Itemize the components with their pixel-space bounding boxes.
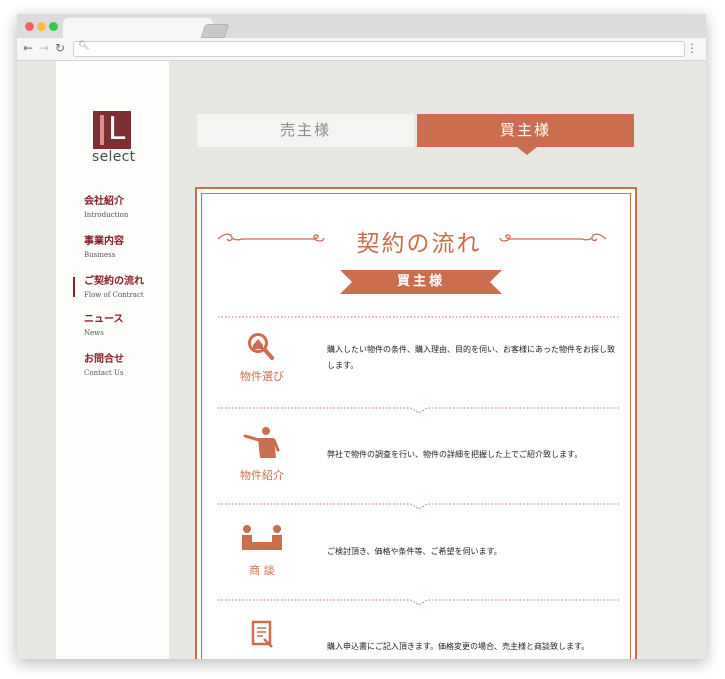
forward-arrow-icon[interactable]: →	[39, 41, 49, 55]
address-bar[interactable]: 🔍︎	[73, 41, 685, 57]
nav-item-sublabel: Introduction	[84, 211, 129, 219]
application-form-icon	[251, 620, 273, 648]
dotted-separator	[218, 599, 620, 606]
nav-item-introduction[interactable]: 会社紹介 Introduction	[84, 196, 128, 220]
back-arrow-icon[interactable]: ←	[23, 41, 33, 55]
tab-buyer[interactable]: 買主様	[417, 114, 634, 147]
nav-item-business[interactable]: 事業内容 Business	[84, 236, 124, 260]
browser-tab[interactable]	[63, 18, 213, 38]
magnifier-house-icon	[248, 333, 274, 360]
browser-toolbar: ← → ↻ 🔍︎ ⋮	[17, 38, 706, 61]
step-label: 商 談	[249, 564, 275, 577]
dotted-separator	[218, 316, 620, 318]
card-inner-border: 契約の流れ 買主様 物件選び 購入したい物件の条件、購入理由、目的を伺い、お客様…	[201, 193, 631, 659]
presenting-person-icon	[243, 427, 280, 458]
nav-item-sublabel: Business	[84, 251, 116, 259]
active-indicator	[73, 277, 75, 297]
nav-item-label: ニュース	[84, 314, 124, 325]
step-description: 弊社で物件の調査を行い、物件の詳細を把握した上でご紹介致します。	[327, 450, 583, 459]
nav-item-sublabel: Contact Us	[84, 369, 124, 377]
step-label: 物件選び	[240, 370, 284, 383]
nav-item-label: ご契約の流れ	[84, 276, 144, 287]
step-description: 購入申込書にご記入頂きます。価格変更の場合、売主様と商談致します。	[327, 642, 590, 651]
nav-item-contact[interactable]: お問合せ Contact Us	[84, 354, 124, 378]
browser-window: ← → ↻ 🔍︎ ⋮ L select 会社紹介 Introduction 事業…	[17, 14, 706, 659]
close-window-button[interactable]	[25, 22, 34, 31]
nav-item-label: お問合せ	[84, 354, 124, 365]
contract-flow-card: 契約の流れ 買主様 物件選び 購入したい物件の条件、購入理由、目的を伺い、お客様…	[195, 187, 637, 659]
meeting-icon	[242, 525, 282, 550]
step-description: 購入したい物件の条件、購入理由、目的を伺い、お客様にあった物件をお探し致します。	[327, 345, 615, 370]
buyer-ribbon: 買主様	[340, 270, 502, 294]
tab-seller[interactable]: 売主様	[197, 114, 414, 147]
dotted-separator	[218, 503, 620, 510]
dotted-separator	[218, 407, 620, 414]
maximize-window-button[interactable]	[49, 22, 58, 31]
logo-wordmark: select	[92, 149, 136, 165]
logo[interactable]: L	[93, 111, 131, 149]
step-description: ご検討頂き、価格や条件等、ご希望を伺います。	[327, 547, 502, 556]
title-bar	[17, 14, 706, 38]
ribbon-label: 買主様	[396, 274, 445, 289]
active-tab-pointer	[517, 147, 537, 155]
step-label: 物件紹介	[240, 469, 284, 482]
search-icon: 🔍︎	[78, 41, 90, 51]
sidebar: L select 会社紹介 Introduction 事業内容 Business…	[56, 61, 169, 659]
nav-item-flow-of-contract[interactable]: ご契約の流れ Flow of Contract	[73, 276, 144, 300]
new-tab-button[interactable]	[200, 24, 230, 38]
web-page: L select 会社紹介 Introduction 事業内容 Business…	[17, 61, 706, 659]
nav-item-label: 会社紹介	[84, 196, 124, 207]
right-flourish-icon	[499, 233, 607, 242]
nav-item-sublabel: Flow of Contract	[84, 291, 144, 299]
nav-item-news[interactable]: ニュース News	[84, 314, 124, 338]
nav-item-label: 事業内容	[84, 236, 124, 247]
minimize-window-button[interactable]	[37, 22, 46, 31]
logo-stripe	[100, 115, 104, 145]
nav-item-sublabel: News	[84, 329, 104, 337]
logo-letter: L	[108, 111, 126, 147]
browser-menu-icon[interactable]: ⋮	[686, 41, 698, 55]
reload-icon[interactable]: ↻	[55, 41, 65, 55]
